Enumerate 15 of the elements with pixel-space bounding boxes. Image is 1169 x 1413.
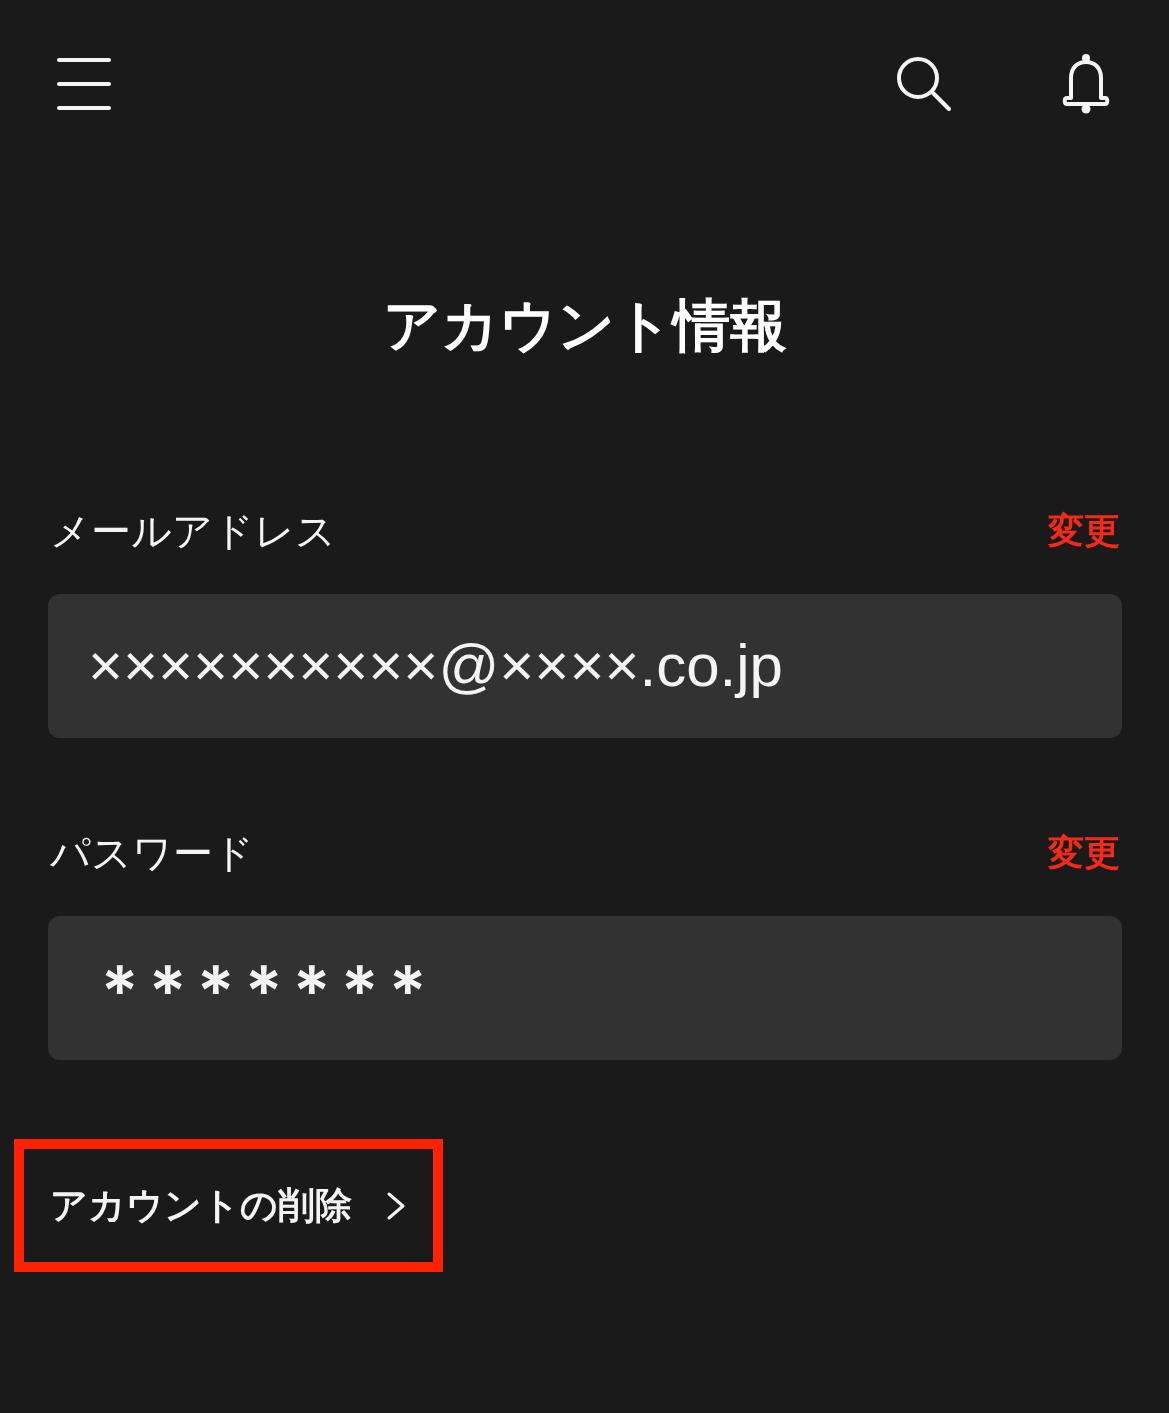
menu-icon — [57, 58, 111, 110]
field-label: パスワード — [50, 829, 254, 877]
menu-button[interactable] — [57, 58, 111, 110]
field-value: ××××××××××@××××.co.jp — [88, 631, 783, 701]
change-link[interactable]: 変更 — [1048, 509, 1120, 553]
chevron-right-icon — [387, 1191, 405, 1220]
page-title: アカウント情報 — [382, 291, 787, 359]
change-link[interactable]: 変更 — [1048, 831, 1120, 875]
search-icon — [897, 57, 951, 111]
field-label: メールアドレス — [50, 507, 336, 555]
bell-icon — [1061, 54, 1111, 114]
notification-button[interactable] — [1061, 54, 1111, 114]
delete-account-link[interactable]: アカウントの削除 — [24, 1149, 433, 1262]
search-button[interactable] — [897, 57, 951, 111]
field-value: ＊＊＊＊＊＊＊ — [88, 953, 425, 1023]
